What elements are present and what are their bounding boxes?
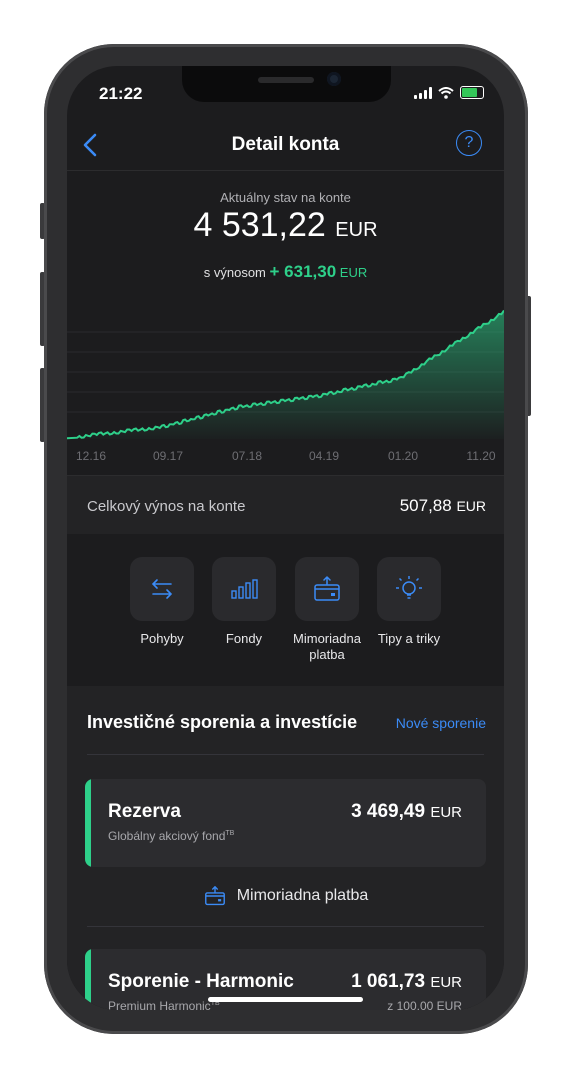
action-mimoriadna-platba[interactable]: Mimoriadna platba bbox=[287, 557, 367, 663]
action-pohyby[interactable]: Pohyby bbox=[122, 557, 202, 647]
yield-line: s výnosom + 631,30 EUR bbox=[67, 262, 504, 282]
section-divider bbox=[87, 926, 484, 927]
section-divider bbox=[87, 754, 484, 755]
lightbulb-icon bbox=[396, 576, 422, 599]
action-label: Tipy a triky bbox=[377, 631, 441, 646]
balance-number: 4 531,22 bbox=[193, 206, 326, 244]
total-yield-label: Celkový výnos na konte bbox=[87, 498, 246, 515]
card-amount: 1 061,73 EUR bbox=[351, 971, 462, 992]
chart-area bbox=[67, 310, 504, 439]
quick-actions: Pohyby Fondy Mimoriadna platba Tipy a tr… bbox=[67, 534, 504, 686]
x-tick-label: 09.17 bbox=[153, 449, 183, 463]
card-name: Rezerva bbox=[108, 801, 181, 822]
action-fondy[interactable]: Fondy bbox=[204, 557, 284, 647]
wallet-card-icon bbox=[314, 576, 340, 601]
yield-prefix: s výnosom bbox=[203, 265, 266, 280]
balance-chart[interactable]: 12.16 09.17 07.18 04.19 01.20 11.20 bbox=[67, 292, 504, 472]
status-icons bbox=[414, 86, 484, 99]
new-savings-link[interactable]: Nové sporenie bbox=[396, 715, 486, 731]
action-label: Mimoriadna platba bbox=[293, 631, 361, 662]
help-icon[interactable]: ? bbox=[456, 130, 482, 156]
total-yield-amount: 507,88 bbox=[399, 496, 452, 515]
phone-screen: 21:22 Detail konta ? Aktuálny stav na ko… bbox=[67, 66, 504, 1010]
card-accent-bar bbox=[85, 779, 91, 867]
balance-currency: EUR bbox=[335, 219, 378, 241]
card-name: Sporenie - Harmonic bbox=[108, 971, 294, 992]
extra-payment-button[interactable]: Mimoriadna platba bbox=[67, 886, 504, 906]
bar-chart-icon bbox=[231, 579, 258, 599]
action-tile[interactable] bbox=[295, 557, 359, 621]
total-yield-value: 507,88 EUR bbox=[400, 496, 486, 516]
action-tile[interactable] bbox=[212, 557, 276, 621]
balance-amount: 4 531,22 EUR bbox=[67, 206, 504, 245]
action-tile[interactable] bbox=[377, 557, 441, 621]
x-tick-label: 01.20 bbox=[388, 449, 418, 463]
action-tile[interactable] bbox=[130, 557, 194, 621]
transfer-arrows-icon bbox=[151, 579, 173, 599]
yield-amount: + 631,30 bbox=[269, 262, 337, 281]
yield-currency: EUR bbox=[339, 265, 368, 280]
status-time: 21:22 bbox=[99, 84, 143, 103]
card-amount: 3 469,49 EUR bbox=[351, 801, 462, 822]
wallet-card-icon bbox=[204, 886, 225, 906]
cellular-signal-icon bbox=[414, 86, 432, 99]
camera bbox=[327, 72, 341, 86]
x-tick-label: 12.16 bbox=[76, 449, 106, 463]
total-yield-currency: EUR bbox=[456, 498, 486, 514]
action-label: Fondy bbox=[225, 631, 263, 646]
home-indicator[interactable] bbox=[208, 997, 363, 1002]
page-title: Detail konta bbox=[231, 134, 340, 155]
wifi-icon bbox=[438, 86, 454, 99]
nav-bar: Detail konta ? bbox=[67, 130, 504, 170]
speaker bbox=[258, 77, 314, 83]
savings-card-rezerva[interactable]: Rezerva Globálny akciový fondTB 3 469,49… bbox=[85, 779, 486, 867]
battery-icon bbox=[460, 86, 484, 99]
card-fund: Premium HarmonicTB bbox=[108, 999, 220, 1010]
section-title: Investičné sporenia a investície bbox=[87, 712, 358, 732]
card-accent-bar bbox=[85, 949, 91, 1010]
action-label: Pohyby bbox=[140, 631, 184, 646]
x-tick-label: 11.20 bbox=[466, 449, 495, 463]
balance-caption: Aktuálny stav na konte bbox=[220, 190, 351, 205]
card-fund: Globálny akciový fondTB bbox=[108, 829, 235, 843]
x-tick-label: 04.19 bbox=[309, 449, 339, 463]
investments-section: Investičné sporenia a investície Nové sp… bbox=[67, 686, 504, 1010]
x-tick-label: 07.18 bbox=[232, 449, 262, 463]
action-tipy-a-triky[interactable]: Tipy a triky bbox=[369, 557, 449, 647]
card-sub: z 100,00 EUR bbox=[387, 999, 462, 1010]
header-divider bbox=[67, 170, 504, 171]
extra-payment-label: Mimoriadna platba bbox=[236, 887, 369, 905]
total-yield-row: Celkový výnos na konte 507,88 EUR bbox=[67, 475, 504, 534]
notch bbox=[182, 66, 391, 102]
